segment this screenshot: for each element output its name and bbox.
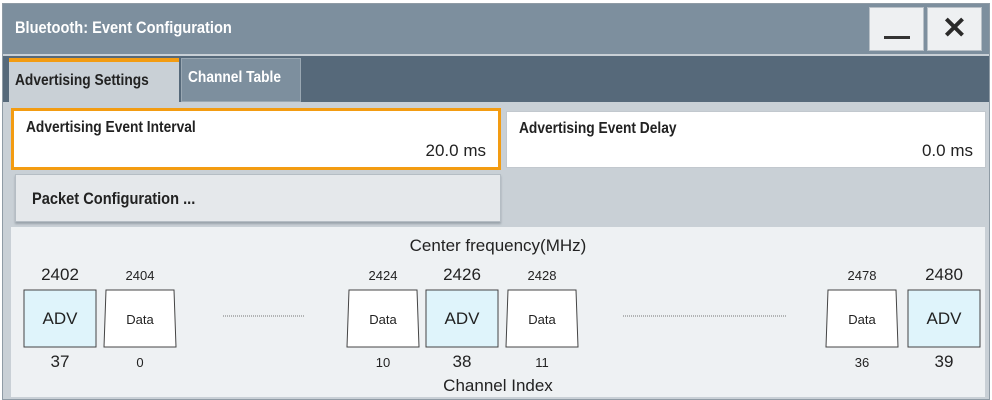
field-label: Advertising Event Interval bbox=[26, 119, 196, 136]
channel-frequency-label: 2404 bbox=[126, 268, 155, 283]
channel-type-label: ADV bbox=[43, 309, 79, 328]
advertising-event-interval-field[interactable]: Advertising Event Interval 20.0 ms bbox=[11, 108, 501, 170]
field-value: 20.0 ms bbox=[425, 141, 486, 160]
close-icon: ✕ bbox=[941, 12, 968, 45]
channel-type-label: Data bbox=[848, 312, 876, 327]
title-bar: Bluetooth: Event Configuration ✕ bbox=[3, 4, 989, 54]
packet-configuration-button[interactable]: Packet Configuration ... bbox=[15, 174, 501, 222]
channel-frequency-label: 2426 bbox=[443, 265, 481, 284]
event-configuration-dialog: Bluetooth: Event Configuration ✕ Adverti… bbox=[2, 3, 990, 400]
channel-type-label: Data bbox=[126, 312, 154, 327]
minimize-button[interactable] bbox=[869, 7, 924, 51]
channel-index-label: 0 bbox=[136, 355, 143, 370]
tab-channel-table[interactable]: Channel Table bbox=[181, 58, 301, 102]
channel-frequency-label: 2428 bbox=[528, 268, 557, 283]
diagram-footer: Channel Index bbox=[443, 376, 553, 395]
channel-type-label: Data bbox=[528, 312, 556, 327]
channel-frequency-label: 2402 bbox=[41, 265, 79, 284]
channel-frequency-label: 2478 bbox=[848, 268, 877, 283]
tab-strip: Advertising Settings Channel Table bbox=[3, 56, 989, 102]
channel-index-label: 38 bbox=[453, 352, 472, 371]
button-label: Packet Configuration ... bbox=[32, 189, 196, 208]
tab-label: Channel Table bbox=[188, 69, 282, 86]
close-button[interactable]: ✕ bbox=[927, 7, 982, 51]
advertising-event-delay-field[interactable]: Advertising Event Delay 0.0 ms bbox=[506, 111, 986, 168]
channel-type-label: ADV bbox=[927, 309, 963, 328]
minimize-icon bbox=[884, 36, 910, 39]
tab-advertising-settings[interactable]: Advertising Settings bbox=[9, 58, 179, 102]
channel-index-label: 36 bbox=[855, 355, 869, 370]
channel-index-label: 11 bbox=[535, 355, 549, 370]
channel-frequency-label: 2480 bbox=[925, 265, 963, 284]
channel-type-label: Data bbox=[369, 312, 397, 327]
channel-type-label: ADV bbox=[445, 309, 481, 328]
field-label: Advertising Event Delay bbox=[519, 120, 677, 137]
channel-diagram: Center frequency(MHz) Channel Index 2402… bbox=[11, 227, 985, 397]
channel-frequency-label: 2424 bbox=[369, 268, 398, 283]
tab-label: Advertising Settings bbox=[15, 72, 149, 89]
channel-diagram-svg: Center frequency(MHz) Channel Index 2402… bbox=[23, 236, 981, 395]
field-value: 0.0 ms bbox=[921, 141, 973, 160]
diagram-header: Center frequency(MHz) bbox=[410, 236, 587, 255]
channel-index-label: 39 bbox=[935, 352, 954, 371]
channel-index-label: 10 bbox=[376, 355, 390, 370]
channel-index-label: 37 bbox=[51, 352, 70, 371]
dialog-title: Bluetooth: Event Configuration bbox=[15, 18, 232, 37]
